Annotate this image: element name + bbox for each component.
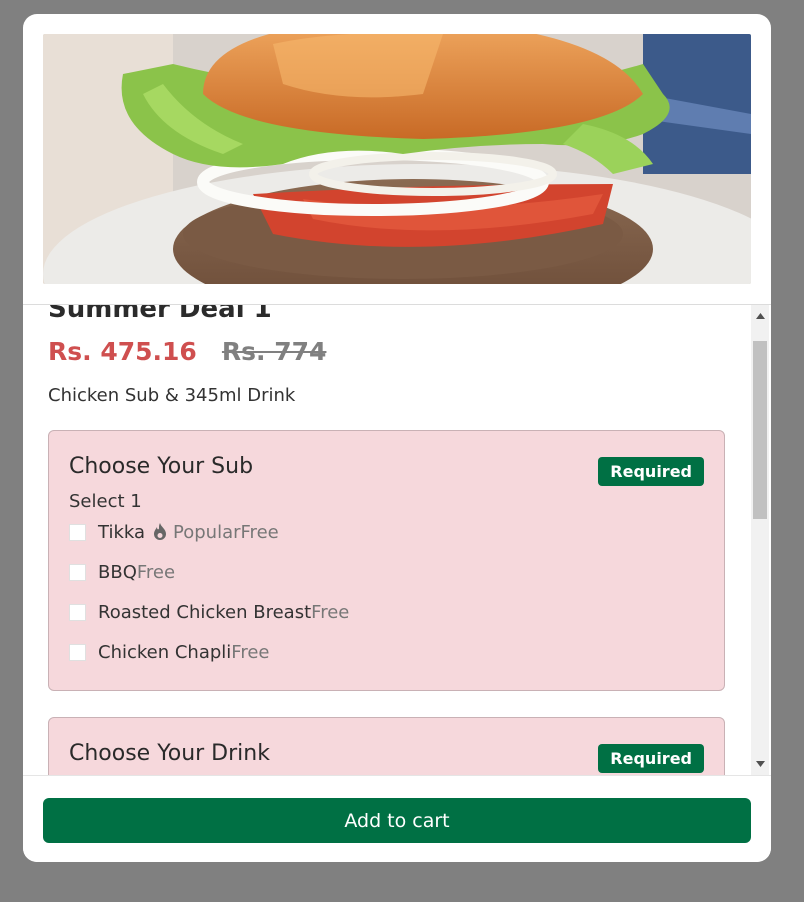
add-to-cart-button[interactable]: Add to cart (43, 798, 751, 843)
modal-footer: Add to cart (23, 775, 771, 862)
item-modal: Summer Deal 1 Rs. 475.16 Rs. 774 Chicken… (23, 14, 771, 862)
option-price: Free (311, 601, 350, 623)
option-tikka[interactable]: Tikka Popular Free (69, 512, 704, 552)
option-label: Chicken Chapli (98, 641, 232, 663)
option-label: Tikka (98, 521, 146, 543)
option-price: Free (136, 561, 176, 583)
option-chicken-chapli[interactable]: Chicken Chapli Free (69, 632, 704, 672)
option-checkbox[interactable] (69, 563, 86, 581)
option-checkbox[interactable] (69, 643, 86, 661)
option-label: BBQ (98, 561, 137, 583)
option-label: Roasted Chicken Breast (98, 601, 312, 623)
price-row: Rs. 475.16 Rs. 774 (48, 337, 725, 371)
option-roasted-chicken-breast[interactable]: Roasted Chicken Breast Free (69, 592, 704, 632)
scrollbar[interactable] (751, 305, 769, 775)
current-price: Rs. 475.16 (48, 337, 197, 366)
option-checkbox[interactable] (69, 523, 86, 541)
item-title: Summer Deal 1 (48, 305, 272, 324)
option-price: Free (240, 521, 279, 543)
scroll-up-arrow-icon[interactable] (751, 307, 769, 325)
required-badge: Required (598, 457, 704, 486)
option-price: Free (231, 641, 270, 663)
option-checkbox[interactable] (69, 603, 86, 621)
item-description: Chicken Sub & 345ml Drink (48, 385, 296, 406)
item-image (43, 34, 751, 284)
scrollbar-thumb[interactable] (753, 341, 767, 519)
scroll-down-arrow-icon[interactable] (751, 755, 769, 773)
fire-icon (154, 523, 167, 540)
original-price: Rs. 774 (221, 337, 327, 366)
option-bbq[interactable]: BBQ Free (69, 552, 704, 592)
popular-tag: Popular (151, 522, 241, 543)
popular-label: Popular (173, 521, 241, 543)
required-badge: Required (598, 744, 704, 773)
option-group-sub: Choose Your Sub Required Select 1 Tikka … (48, 430, 725, 691)
option-group-drink: Choose Your Drink Required (48, 717, 725, 775)
item-details-scroll[interactable]: Summer Deal 1 Rs. 475.16 Rs. 774 Chicken… (23, 305, 751, 775)
select-hint: Select 1 (69, 491, 142, 512)
